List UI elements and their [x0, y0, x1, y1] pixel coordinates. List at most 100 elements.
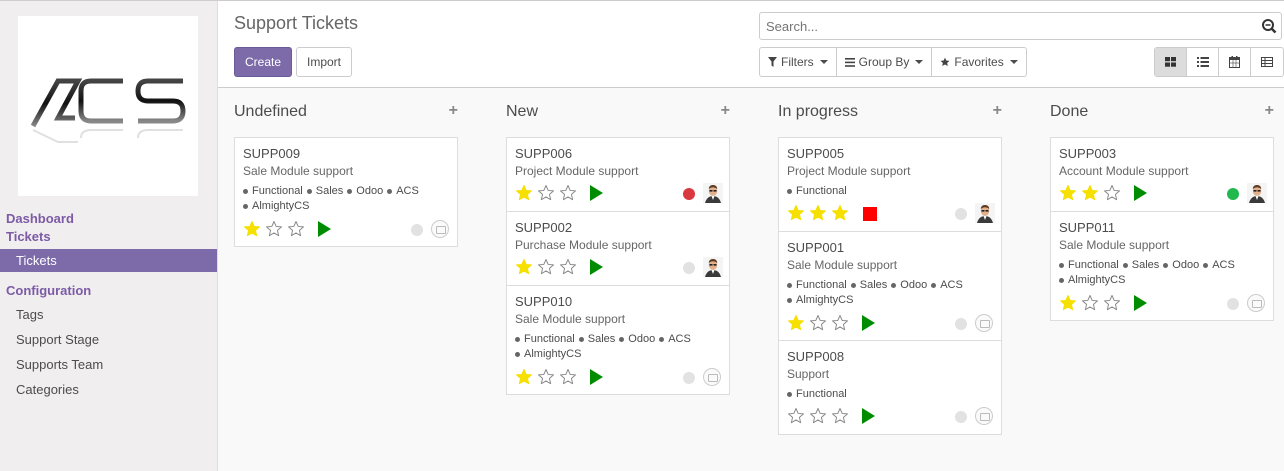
- add-card-icon[interactable]: +: [1265, 102, 1274, 120]
- play-icon[interactable]: [861, 408, 875, 424]
- star-filled-icon[interactable]: [243, 220, 261, 241]
- priority-stars[interactable]: [1059, 184, 1121, 205]
- create-button[interactable]: Create: [234, 47, 292, 77]
- play-icon[interactable]: [1133, 295, 1147, 311]
- tag: Functional: [787, 278, 847, 293]
- star-empty-icon[interactable]: [809, 407, 827, 428]
- priority-stars[interactable]: [1059, 294, 1121, 315]
- priority-stars[interactable]: [515, 258, 577, 279]
- star-empty-icon[interactable]: [559, 258, 577, 279]
- star-empty-icon[interactable]: [287, 220, 305, 241]
- kanban-state-dot[interactable]: [955, 318, 967, 330]
- play-icon[interactable]: [1133, 185, 1147, 201]
- kanban-state-dot[interactable]: [683, 262, 695, 274]
- kanban-state-dot[interactable]: [1227, 188, 1239, 200]
- priority-stars[interactable]: [787, 314, 849, 335]
- menu-item-supports-team[interactable]: Supports Team: [16, 357, 103, 372]
- kanban-state-dot[interactable]: [955, 208, 967, 220]
- ticket-card[interactable]: SUPP002 Purchase Module support: [506, 211, 730, 286]
- tag: AlmightyCS: [1059, 273, 1125, 288]
- menu-configuration[interactable]: Configuration: [6, 283, 91, 298]
- groupby-button[interactable]: Group By: [837, 48, 933, 76]
- ticket-card[interactable]: SUPP009 Sale Module support Functional Sale…: [234, 137, 458, 247]
- star-empty-icon[interactable]: [831, 314, 849, 335]
- star-filled-icon[interactable]: [1059, 184, 1077, 205]
- avatar: [703, 257, 723, 277]
- play-icon[interactable]: [589, 369, 603, 385]
- play-icon[interactable]: [317, 221, 331, 237]
- ticket-card[interactable]: SUPP003 Account Module support: [1050, 137, 1274, 212]
- menu-item-tickets[interactable]: Tickets: [0, 249, 217, 272]
- filters-button[interactable]: Filters: [760, 48, 837, 76]
- star-empty-icon[interactable]: [787, 407, 805, 428]
- play-icon[interactable]: [861, 315, 875, 331]
- tag: Sales: [307, 184, 344, 199]
- menu-item-categories[interactable]: Categories: [16, 382, 79, 397]
- star-filled-icon[interactable]: [809, 204, 827, 225]
- pivot-view-button[interactable]: [1251, 48, 1283, 76]
- kanban-view-icon: [1165, 57, 1176, 67]
- star-empty-icon[interactable]: [537, 184, 555, 205]
- star-filled-icon[interactable]: [787, 204, 805, 225]
- priority-stars[interactable]: [515, 368, 577, 389]
- star-filled-icon[interactable]: [515, 258, 533, 279]
- star-empty-icon[interactable]: [1103, 294, 1121, 315]
- ticket-card[interactable]: SUPP006 Project Module support: [506, 137, 730, 212]
- calendar-view-button[interactable]: [1219, 48, 1251, 76]
- star-empty-icon[interactable]: [559, 368, 577, 389]
- star-empty-icon[interactable]: [265, 220, 283, 241]
- import-button[interactable]: Import: [296, 47, 352, 77]
- star-empty-icon[interactable]: [1081, 294, 1099, 315]
- add-card-icon[interactable]: +: [721, 102, 730, 120]
- priority-stars[interactable]: [787, 407, 849, 428]
- ticket-card[interactable]: SUPP005 Project Module support Functional: [778, 137, 1002, 232]
- kanban-state-dot[interactable]: [1227, 298, 1239, 310]
- stop-icon[interactable]: [863, 207, 877, 221]
- star-empty-icon[interactable]: [1103, 184, 1121, 205]
- star-empty-icon[interactable]: [537, 368, 555, 389]
- ticket-tags: Functional: [787, 387, 992, 402]
- tag: Sales: [579, 332, 616, 347]
- ticket-card[interactable]: SUPP008 Support Functional: [778, 340, 1002, 435]
- star-filled-icon[interactable]: [831, 204, 849, 225]
- kanban-state-dot[interactable]: [683, 372, 695, 384]
- ticket-ref: SUPP008: [787, 349, 845, 364]
- search-icon[interactable]: [1261, 18, 1277, 34]
- ticket-card[interactable]: SUPP001 Sale Module support Functional Sale…: [778, 231, 1002, 341]
- menu-item-tags[interactable]: Tags: [16, 307, 43, 322]
- play-icon[interactable]: [589, 185, 603, 201]
- play-icon[interactable]: [589, 259, 603, 275]
- menu-tickets-section[interactable]: Tickets: [6, 229, 51, 244]
- star-filled-icon[interactable]: [787, 314, 805, 335]
- favorites-button[interactable]: Favorites: [932, 48, 1025, 76]
- search-input[interactable]: [760, 13, 1250, 39]
- ticket-name: Project Module support: [787, 164, 911, 178]
- kanban-state-dot[interactable]: [955, 411, 967, 423]
- add-card-icon[interactable]: +: [993, 102, 1002, 120]
- star-empty-icon[interactable]: [537, 258, 555, 279]
- kanban-state-dot[interactable]: [411, 224, 423, 236]
- list-view-button[interactable]: [1187, 48, 1219, 76]
- priority-stars[interactable]: [515, 184, 577, 205]
- priority-stars[interactable]: [787, 204, 849, 225]
- star-filled-icon[interactable]: [1081, 184, 1099, 205]
- star-empty-icon[interactable]: [559, 184, 577, 205]
- add-card-icon[interactable]: +: [449, 102, 458, 120]
- list-view-icon: [1196, 57, 1209, 67]
- ticket-card[interactable]: SUPP011 Sale Module support Functional Sale…: [1050, 211, 1274, 321]
- star-empty-icon[interactable]: [809, 314, 827, 335]
- priority-stars[interactable]: [243, 220, 305, 241]
- star-empty-icon[interactable]: [831, 407, 849, 428]
- kanban-view-button[interactable]: [1155, 48, 1187, 76]
- camera-icon: [431, 220, 449, 238]
- menu-dashboard[interactable]: Dashboard: [6, 211, 74, 226]
- favorites-label: Favorites: [954, 55, 1004, 69]
- star-filled-icon[interactable]: [515, 184, 533, 205]
- tag: AlmightyCS: [787, 293, 853, 308]
- tag: AlmightyCS: [243, 199, 309, 214]
- star-filled-icon[interactable]: [1059, 294, 1077, 315]
- kanban-state-dot[interactable]: [683, 188, 695, 200]
- ticket-card[interactable]: SUPP010 Sale Module support Functional Sale…: [506, 285, 730, 395]
- menu-item-support-stage[interactable]: Support Stage: [16, 332, 99, 347]
- star-filled-icon[interactable]: [515, 368, 533, 389]
